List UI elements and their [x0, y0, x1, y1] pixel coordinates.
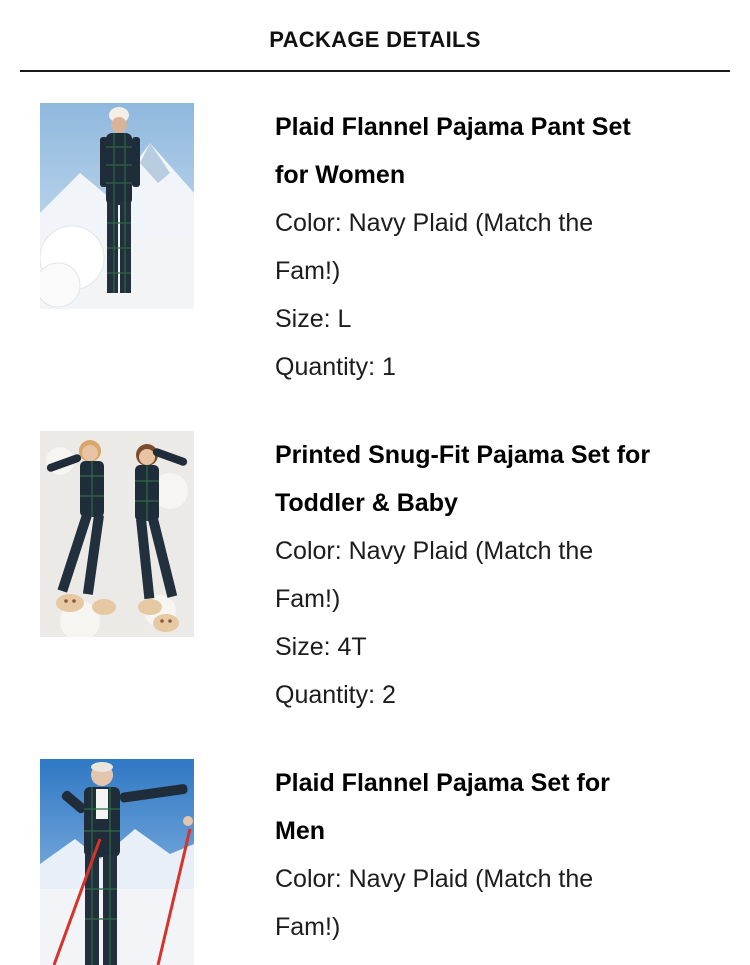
- item-size: Size: L: [275, 305, 352, 333]
- kids-in-plaid-pajamas-photo[interactable]: [40, 431, 194, 637]
- item-details: Plaid Flannel Pajama Pant Set for Women …: [275, 103, 715, 391]
- item-name-line-2[interactable]: Men: [275, 807, 715, 855]
- item-details: Plaid Flannel Pajama Set for Men Color: …: [275, 759, 715, 951]
- item-color-line-1: Color: Navy Plaid (Match the: [275, 209, 594, 237]
- man-in-plaid-pajamas-photo[interactable]: [40, 759, 194, 965]
- item-name-line-1[interactable]: Plaid Flannel Pajama Set for: [275, 759, 715, 807]
- item-color-line-2: Fam!): [275, 257, 341, 285]
- item-color-line-1: Color: Navy Plaid (Match the: [275, 537, 594, 565]
- item-name-line-1[interactable]: Printed Snug-Fit Pajama Set for: [275, 431, 715, 479]
- woman-in-plaid-pajamas-photo[interactable]: [40, 103, 194, 309]
- page-title: PACKAGE DETAILS: [269, 27, 481, 52]
- item-size: Size: 4T: [275, 633, 367, 661]
- item-color-line-2: Fam!): [275, 913, 341, 941]
- item-quantity: Quantity: 2: [275, 681, 396, 709]
- item-name-line-2[interactable]: for Women: [275, 151, 715, 199]
- item-color-line-2: Fam!): [275, 585, 341, 613]
- item-quantity: Quantity: 1: [275, 353, 396, 381]
- item-name-line-1[interactable]: Plaid Flannel Pajama Pant Set: [275, 103, 715, 151]
- item-color-line-1: Color: Navy Plaid (Match the: [275, 865, 594, 893]
- header-divider: [20, 70, 730, 72]
- item-details: Printed Snug-Fit Pajama Set for Toddler …: [275, 431, 715, 719]
- item-name-line-2[interactable]: Toddler & Baby: [275, 479, 715, 527]
